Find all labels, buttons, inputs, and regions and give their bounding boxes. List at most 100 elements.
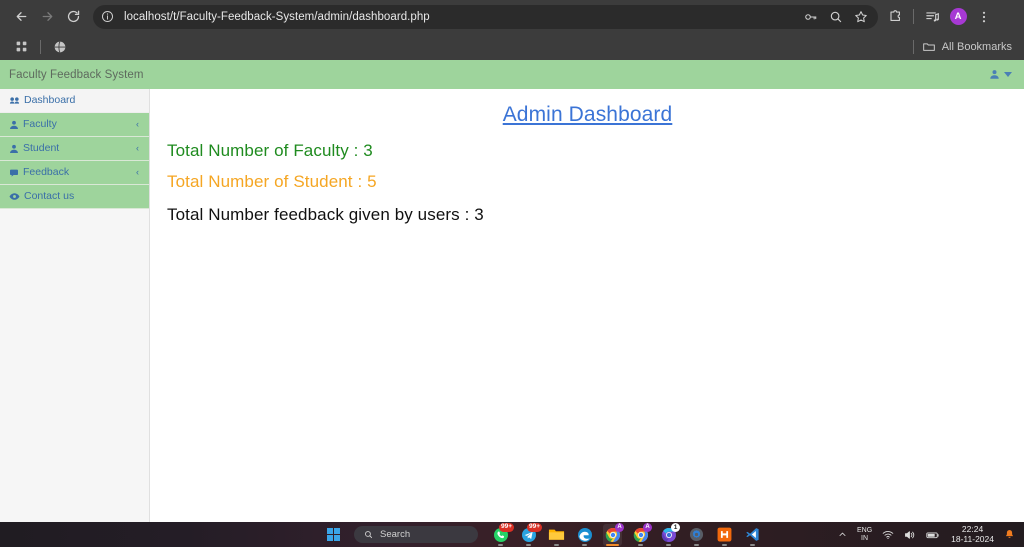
badge-count: 99+: [498, 522, 514, 532]
forward-button[interactable]: [34, 4, 60, 30]
globe-bookmark-icon[interactable]: [49, 37, 71, 57]
chevron-down-icon: [1004, 72, 1012, 77]
search-input[interactable]: Search: [354, 526, 478, 543]
app-brand: Faculty Feedback System: [9, 68, 144, 81]
search-zoom-icon[interactable]: [829, 10, 843, 24]
user-icon: [9, 120, 19, 130]
forward-arrow-icon: [42, 12, 52, 21]
sidebar-item-label: Student: [23, 142, 60, 155]
windows-start-icon[interactable]: [322, 524, 344, 546]
user-icon: [990, 70, 999, 79]
running-indicator: [694, 543, 699, 546]
search-icon: [365, 531, 373, 539]
header-user-menu[interactable]: [989, 69, 1024, 80]
toolbar-separator: [913, 9, 914, 24]
language-line2: IN: [861, 534, 869, 542]
clock[interactable]: 22:24 18-11-2024: [945, 524, 999, 544]
xampp-icon[interactable]: [715, 524, 734, 546]
bookmark-star-icon[interactable]: [854, 10, 868, 24]
badge-count: 1: [671, 522, 680, 532]
sidebar-item-student[interactable]: Student ‹: [0, 137, 149, 161]
sidebar-item-label: Faculty: [23, 118, 57, 131]
user-icon: [9, 144, 19, 154]
sidebar-item-faculty[interactable]: Faculty ‹: [0, 113, 149, 137]
chrome-icon[interactable]: A: [603, 522, 624, 546]
app-header: Faculty Feedback System: [0, 60, 1024, 89]
system-tray: ENG IN 22:24 18-11-2024: [833, 522, 1024, 547]
back-button[interactable]: [8, 4, 34, 30]
badge-count: 99+: [526, 522, 542, 532]
all-bookmarks-button[interactable]: All Bookmarks: [922, 40, 1014, 54]
reading-list-icon[interactable]: [919, 4, 945, 30]
reload-icon: [67, 10, 79, 23]
badge-profile: A: [643, 522, 652, 532]
browser-toolbar: localhost/t/Faculty-Feedback-System/admi…: [0, 0, 1024, 33]
running-indicator: [498, 543, 503, 546]
search-placeholder: Search: [380, 529, 411, 540]
sidebar-item-contact-us[interactable]: Contact us: [0, 185, 149, 209]
page-viewport: Faculty Feedback System Dashboard Facult…: [0, 60, 1024, 522]
sidebar: Dashboard Faculty ‹ Student ‹ Feedback ‹…: [0, 89, 150, 522]
chrome-beta-icon[interactable]: A: [631, 522, 652, 546]
extensions-puzzle-icon[interactable]: [882, 4, 908, 30]
sidebar-item-feedback[interactable]: Feedback ‹: [0, 161, 149, 185]
browser-chrome: localhost/t/Faculty-Feedback-System/admi…: [0, 0, 1024, 60]
chrome-dev-icon[interactable]: 1: [659, 522, 680, 546]
password-key-icon[interactable]: [804, 10, 818, 24]
sidebar-chevron: ‹: [136, 143, 139, 153]
sidebar-item-label: Contact us: [24, 190, 75, 203]
apps-grid-icon[interactable]: [10, 37, 32, 57]
feedback-icon: [9, 168, 19, 178]
eye-icon: [9, 191, 20, 202]
url-text: localhost/t/Faculty-Feedback-System/admi…: [124, 10, 430, 23]
three-dot-menu-icon[interactable]: [971, 4, 997, 30]
all-bookmarks-label: All Bookmarks: [941, 40, 1012, 53]
sidebar-item-label: Dashboard: [24, 94, 76, 107]
sidebar-chevron: ‹: [136, 167, 139, 177]
running-indicator: [750, 543, 755, 546]
sidebar-item-label: Feedback: [23, 166, 70, 179]
browser-actions: A: [882, 4, 997, 30]
profile-avatar[interactable]: A: [945, 4, 971, 30]
bookmarks-bar: All Bookmarks: [0, 33, 1024, 60]
running-indicator: [526, 543, 531, 546]
battery-icon[interactable]: [921, 522, 945, 547]
stat-total-feedback: Total Number feedback given by users : 3: [167, 205, 484, 224]
whatsapp-icon[interactable]: 99+: [491, 522, 514, 546]
sidebar-chevron: ‹: [136, 119, 139, 129]
stat-total-student: Total Number of Student : 5: [167, 172, 377, 191]
sidebar-item-dashboard[interactable]: Dashboard: [0, 89, 149, 113]
back-arrow-icon: [16, 12, 26, 21]
page-title[interactable]: Admin Dashboard: [151, 103, 1024, 127]
bookmarks-divider: [40, 39, 41, 54]
language-indicator[interactable]: ENG IN: [852, 522, 877, 547]
file-explorer-icon[interactable]: [547, 524, 566, 546]
running-indicator: [666, 543, 671, 546]
avatar-letter: A: [949, 8, 967, 25]
running-indicator: [722, 543, 727, 546]
speaker-icon[interactable]: [899, 522, 921, 547]
wifi-icon[interactable]: [877, 522, 899, 547]
windows-taskbar: Search 99+ 99+ A A 1 ENG IN 22:24 18-11-…: [0, 522, 1024, 547]
running-indicator: [582, 543, 587, 546]
folder-icon: [922, 42, 935, 51]
reload-button[interactable]: [60, 4, 86, 30]
stat-total-faculty: Total Number of Faculty : 3: [167, 141, 373, 160]
bell-icon[interactable]: [999, 522, 1017, 547]
site-info-icon[interactable]: [100, 9, 115, 24]
address-bar[interactable]: localhost/t/Faculty-Feedback-System/admi…: [93, 4, 878, 29]
settings-gear-icon[interactable]: [687, 524, 706, 546]
language-line1: ENG: [856, 526, 873, 534]
bookmarks-divider-right: [912, 39, 914, 54]
clock-date: 18-11-2024: [951, 533, 994, 544]
dashboard-icon: [9, 95, 20, 106]
main-content: Admin Dashboard Total Number of Faculty …: [151, 89, 1024, 522]
running-indicator: [554, 543, 559, 546]
vscode-icon[interactable]: [743, 524, 762, 546]
edge-icon[interactable]: [575, 524, 594, 546]
tray-chevron-up-icon[interactable]: [833, 522, 852, 547]
telegram-icon[interactable]: 99+: [519, 522, 542, 546]
taskbar-app-icons: 99+ 99+ A A 1: [491, 522, 762, 546]
omnibox-icons: [804, 10, 868, 24]
running-indicator: [638, 543, 643, 546]
